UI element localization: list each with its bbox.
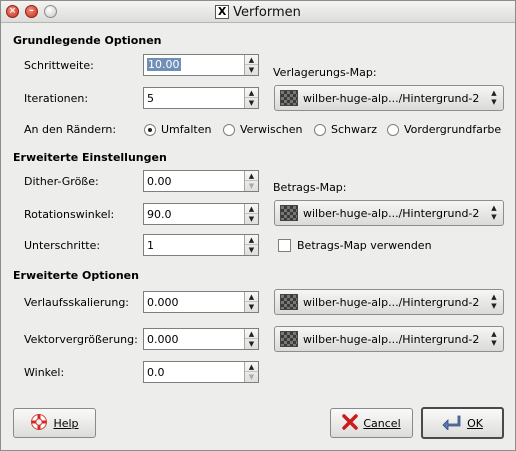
section-basic-options: Grundlegende Optionen xyxy=(13,34,162,47)
increment-icon[interactable]: ▲ xyxy=(245,292,258,302)
vector-magnification-input[interactable] xyxy=(144,329,244,349)
rotation-angle-label: Rotationswinkel: xyxy=(24,208,115,221)
increment-icon[interactable]: ▲ xyxy=(245,55,258,65)
help-button[interactable]: Help xyxy=(13,408,96,438)
image-thumbnail-icon xyxy=(280,90,298,106)
iterations-spinner[interactable]: ▲ ▼ xyxy=(143,87,259,109)
radio-button[interactable] xyxy=(387,123,399,136)
radio-vordergrundfarbe[interactable]: Vordergrundfarbe xyxy=(387,123,501,136)
section-advanced-options: Erweiterte Optionen xyxy=(13,269,139,282)
rotation-angle-spinner[interactable]: ▲ ▼ xyxy=(143,203,259,225)
ok-label: OK xyxy=(467,416,483,430)
vector-map-combo[interactable]: wilber-huge-alp.../Hintergrund-2 ▲ ▼ xyxy=(274,326,504,352)
image-thumbnail-icon xyxy=(280,205,298,221)
deform-dialog: × – X Verformen Grundlegende Optionen Sc… xyxy=(0,0,516,451)
angle-spinner[interactable]: ▲ ▼ xyxy=(143,361,259,383)
increment-icon[interactable]: ▲ xyxy=(245,362,258,372)
gradient-map-combo[interactable]: wilber-huge-alp.../Hintergrund-2 ▲ ▼ xyxy=(274,289,504,315)
substeps-arrows[interactable]: ▲ ▼ xyxy=(244,235,258,255)
increment-icon[interactable]: ▲ xyxy=(245,88,258,98)
substeps-input[interactable] xyxy=(144,235,244,255)
gradient-map-value: wilber-huge-alp.../Hintergrund-2 xyxy=(303,296,480,309)
vector-magnification-label: Vektorvergrößerung: xyxy=(24,333,138,346)
decrement-icon[interactable]: ▼ xyxy=(245,214,258,224)
combo-arrows-icon: ▲ ▼ xyxy=(491,89,497,106)
iterations-arrows[interactable]: ▲ ▼ xyxy=(244,88,258,108)
increment-icon[interactable]: ▲ xyxy=(245,171,258,181)
gradient-scale-arrows[interactable]: ▲ ▼ xyxy=(244,292,258,312)
step-size-spinner[interactable]: 10.00 ▲ ▼ xyxy=(143,54,259,76)
gradient-scale-input[interactable] xyxy=(144,292,244,312)
angle-arrows[interactable]: ▲ ▼ xyxy=(244,362,258,382)
use-magnitude-map-checkbox[interactable]: Betrags-Map verwenden xyxy=(278,239,432,252)
radio-button[interactable] xyxy=(223,123,235,136)
ok-button[interactable]: OK xyxy=(421,407,504,439)
window-title: Verformen xyxy=(233,4,301,20)
combo-arrows-icon: ▲ ▼ xyxy=(491,204,497,221)
magnitude-map-value: wilber-huge-alp.../Hintergrund-2 xyxy=(303,207,480,220)
radio-label: Verwischen xyxy=(240,123,303,136)
image-thumbnail-icon xyxy=(280,331,298,347)
radio-label: Vordergrundfarbe xyxy=(404,123,502,136)
radio-schwarz[interactable]: Schwarz xyxy=(314,123,377,136)
checkbox-box[interactable] xyxy=(278,239,291,252)
step-size-label: Schrittweite: xyxy=(24,59,94,72)
decrement-icon[interactable]: ▼ xyxy=(245,245,258,255)
x-logo-icon: X xyxy=(215,5,230,19)
enter-arrow-icon xyxy=(442,414,462,433)
radio-verwischen[interactable]: Verwischen xyxy=(223,123,303,136)
dither-size-spinner[interactable]: ▲ ▼ xyxy=(143,170,259,192)
gradient-scale-label: Verlaufsskalierung: xyxy=(24,296,130,309)
step-size-arrows[interactable]: ▲ ▼ xyxy=(244,55,258,75)
displacement-map-value: wilber-huge-alp.../Hintergrund-2 xyxy=(303,92,480,105)
decrement-icon[interactable]: ▼ xyxy=(245,339,258,349)
substeps-label: Unterschritte: xyxy=(24,239,101,252)
cancel-button[interactable]: Cancel xyxy=(330,408,413,438)
combo-arrows-icon: ▲ ▼ xyxy=(491,293,497,310)
help-label: Help xyxy=(53,416,79,430)
title-bar: × – X Verformen xyxy=(1,1,515,23)
angle-input[interactable] xyxy=(144,362,244,382)
magnitude-map-combo[interactable]: wilber-huge-alp.../Hintergrund-2 ▲ ▼ xyxy=(274,200,504,226)
increment-icon[interactable]: ▲ xyxy=(245,204,258,214)
decrement-icon[interactable]: ▼ xyxy=(245,65,258,75)
displacement-map-combo[interactable]: wilber-huge-alp.../Hintergrund-2 ▲ ▼ xyxy=(274,85,504,111)
red-x-icon xyxy=(342,413,359,433)
vector-map-value: wilber-huge-alp.../Hintergrund-2 xyxy=(303,333,480,346)
rotation-angle-arrows[interactable]: ▲ ▼ xyxy=(244,204,258,224)
decrement-icon[interactable]: ▼ xyxy=(245,181,258,191)
substeps-spinner[interactable]: ▲ ▼ xyxy=(143,234,259,256)
iterations-input[interactable] xyxy=(144,88,244,108)
radio-button-checked[interactable] xyxy=(144,123,156,136)
decrement-icon[interactable]: ▼ xyxy=(245,98,258,108)
radio-umfalten[interactable]: Umfalten xyxy=(144,123,212,136)
rotation-angle-input[interactable] xyxy=(144,204,244,224)
angle-label: Winkel: xyxy=(24,366,65,379)
radio-label: Schwarz xyxy=(331,123,378,136)
displacement-map-label: Verlagerungs-Map: xyxy=(273,66,377,79)
dither-size-label: Dither-Größe: xyxy=(24,175,99,188)
dither-size-arrows[interactable]: ▲ ▼ xyxy=(244,171,258,191)
dither-size-input[interactable] xyxy=(144,171,244,191)
use-magnitude-map-label: Betrags-Map verwenden xyxy=(297,239,432,252)
increment-icon[interactable]: ▲ xyxy=(245,329,258,339)
edges-label: An den Rändern: xyxy=(24,123,117,136)
cancel-label: Cancel xyxy=(363,416,401,430)
increment-icon[interactable]: ▲ xyxy=(245,235,258,245)
radio-button[interactable] xyxy=(314,123,326,136)
iterations-label: Iterationen: xyxy=(24,92,89,105)
vector-magnification-spinner[interactable]: ▲ ▼ xyxy=(143,328,259,350)
vector-magnification-arrows[interactable]: ▲ ▼ xyxy=(244,329,258,349)
combo-arrows-icon: ▲ ▼ xyxy=(491,330,497,347)
gradient-scale-spinner[interactable]: ▲ ▼ xyxy=(143,291,259,313)
title-wrap: X Verformen xyxy=(1,1,515,23)
image-thumbnail-icon xyxy=(280,294,298,310)
step-size-selected-text: 10.00 xyxy=(147,58,181,71)
decrement-icon[interactable]: ▼ xyxy=(245,302,258,312)
section-advanced-settings: Erweiterte Einstellungen xyxy=(13,151,167,164)
radio-label: Umfalten xyxy=(161,123,212,136)
decrement-icon[interactable]: ▼ xyxy=(245,372,258,382)
lifebuoy-icon xyxy=(30,413,48,434)
magnitude-map-label: Betrags-Map: xyxy=(273,181,347,194)
